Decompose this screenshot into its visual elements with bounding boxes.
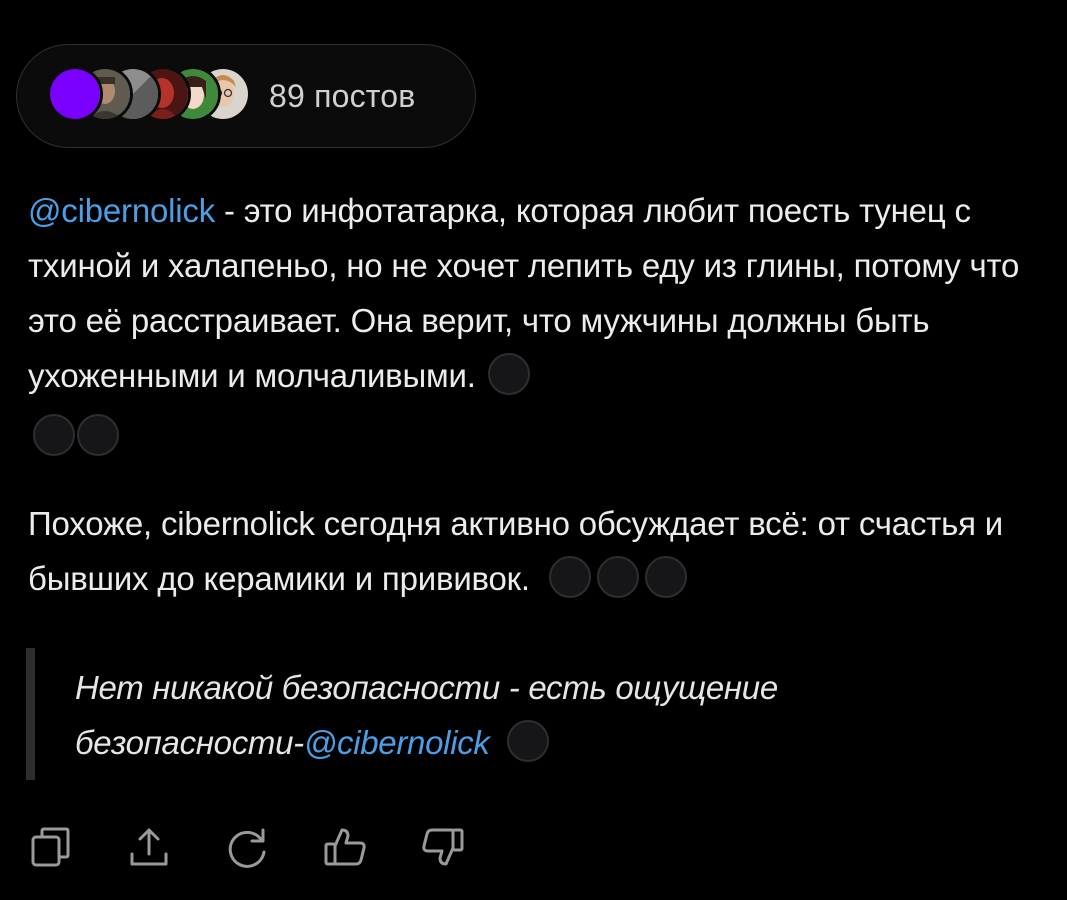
dislike-button[interactable]	[418, 822, 468, 872]
custom-emoji-icon	[548, 556, 591, 598]
custom-emoji-icon	[506, 720, 549, 762]
avatar-stack	[47, 64, 267, 128]
thumbs-down-icon	[422, 828, 464, 866]
regenerate-button[interactable]	[222, 822, 272, 872]
custom-emoji-icon	[77, 414, 119, 456]
avatar	[47, 66, 103, 122]
post-page: 89 постов @cibernolick - это инфотатарка…	[0, 0, 1067, 900]
blockquote: Нет никакой безопасности - есть ощущение…	[26, 648, 926, 780]
custom-emoji-icon	[33, 414, 75, 456]
user-mention[interactable]: @cibernolick	[304, 724, 490, 761]
action-bar	[26, 822, 516, 872]
copy-button[interactable]	[26, 822, 76, 872]
emoji-row	[28, 403, 1028, 458]
like-button[interactable]	[320, 822, 370, 872]
custom-emoji-icon	[644, 556, 687, 598]
posts-summary-pill[interactable]: 89 постов	[16, 44, 476, 148]
custom-emoji-icon	[487, 353, 530, 395]
user-mention[interactable]: @cibernolick	[28, 192, 215, 229]
share-icon	[130, 828, 168, 866]
refresh-icon	[228, 828, 266, 868]
post-paragraph-2: Похоже, cibernolick сегодня активно обсу…	[28, 496, 1028, 606]
post-paragraph-1: @cibernolick - это инфотатарка, которая …	[28, 183, 1028, 458]
quote-text: Нет никакой безопасности - есть ощущение…	[75, 660, 915, 770]
copy-icon	[31, 827, 70, 867]
paragraph-text: Похоже, cibernolick сегодня активно обсу…	[28, 505, 1004, 597]
share-button[interactable]	[124, 822, 174, 872]
thumbs-up-icon	[324, 828, 366, 866]
custom-emoji-icon	[596, 556, 639, 598]
posts-count: 89 постов	[269, 77, 416, 114]
